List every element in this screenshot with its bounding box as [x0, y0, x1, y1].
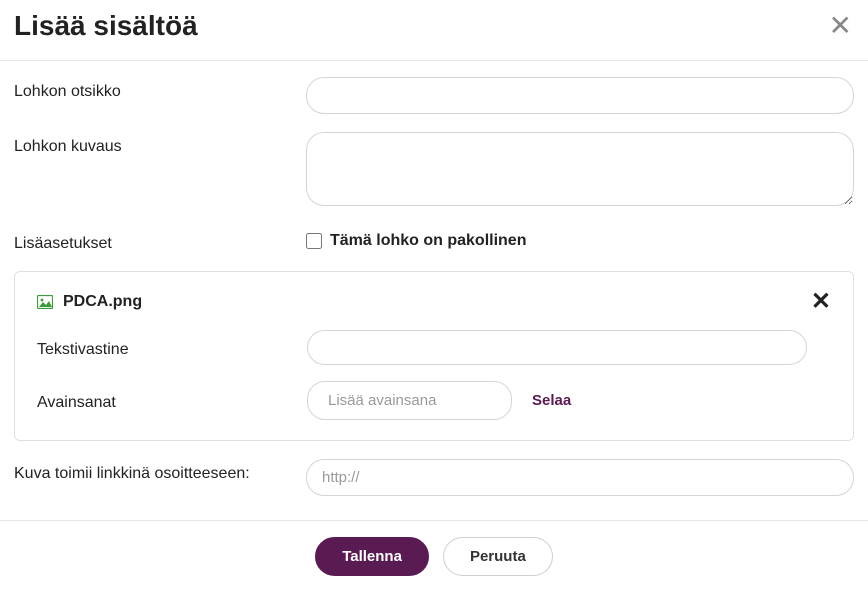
modal-body: Lohkon otsikko Lohkon kuvaus Lisäasetuks…	[0, 61, 868, 520]
remove-icon: ✕	[811, 288, 831, 315]
file-card-header: PDCA.png ✕	[37, 290, 831, 314]
modal-header: Lisää sisältöä ✕	[0, 0, 868, 61]
close-icon: ✕	[829, 10, 852, 41]
keywords-label: Avainsanat	[37, 390, 307, 412]
block-title-label: Lohkon otsikko	[14, 77, 306, 114]
row-alt-text: Tekstivastine	[37, 330, 831, 365]
browse-keywords-link[interactable]: Selaa	[532, 392, 571, 409]
image-link-label: Kuva toimii linkkinä osoitteeseen:	[14, 459, 306, 496]
alt-text-input[interactable]	[307, 330, 807, 365]
block-desc-textarea[interactable]	[306, 132, 854, 206]
add-content-modal: Lisää sisältöä ✕ Lohkon otsikko Lohkon k…	[0, 0, 868, 592]
file-name: PDCA.png	[63, 293, 142, 311]
row-image-link: Kuva toimii linkkinä osoitteeseen:	[14, 459, 854, 496]
file-card: PDCA.png ✕ Tekstivastine Avainsanat Sela…	[14, 271, 854, 441]
block-desc-label: Lohkon kuvaus	[14, 132, 306, 211]
required-label[interactable]: Tämä lohko on pakollinen	[330, 232, 526, 250]
extra-settings-label: Lisäasetukset	[14, 229, 306, 253]
modal-title: Lisää sisältöä	[14, 10, 198, 42]
row-block-desc: Lohkon kuvaus	[14, 132, 854, 211]
cancel-button[interactable]: Peruuta	[443, 537, 553, 576]
save-button[interactable]: Tallenna	[315, 537, 429, 576]
block-title-input[interactable]	[306, 77, 854, 114]
alt-text-label: Tekstivastine	[37, 337, 307, 359]
image-link-input[interactable]	[306, 459, 854, 496]
close-button[interactable]: ✕	[827, 12, 854, 40]
remove-file-button[interactable]: ✕	[811, 290, 831, 314]
keywords-input[interactable]	[307, 381, 512, 420]
image-icon	[37, 295, 53, 309]
modal-footer: Tallenna Peruuta	[0, 520, 868, 592]
required-checkbox[interactable]	[306, 233, 322, 249]
row-extra-settings: Lisäasetukset Tämä lohko on pakollinen	[14, 229, 854, 253]
row-block-title: Lohkon otsikko	[14, 77, 854, 114]
row-keywords: Avainsanat Selaa	[37, 381, 831, 420]
